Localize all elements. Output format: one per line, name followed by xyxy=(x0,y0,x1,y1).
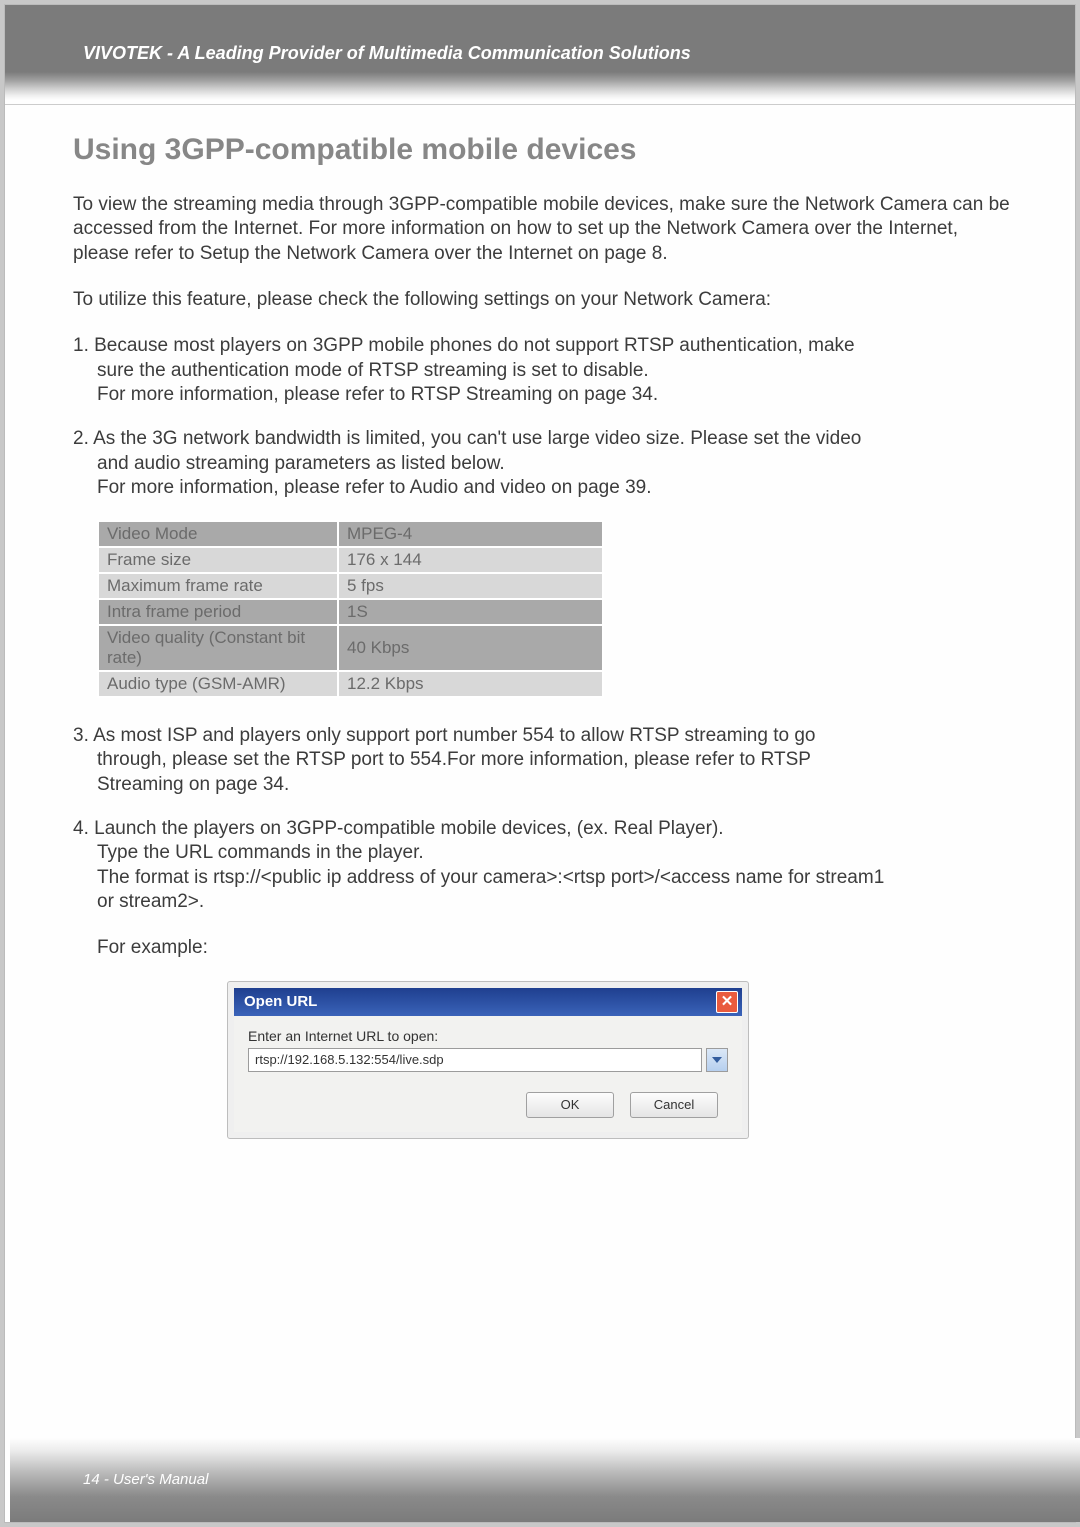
setting-value: 12.2 Kbps xyxy=(338,671,603,697)
cancel-button[interactable]: Cancel xyxy=(630,1092,718,1118)
list-item-1-line1: 1. Because most players on 3GPP mobile p… xyxy=(73,334,1017,358)
table-row: Video quality (Constant bit rate) 40 Kbp… xyxy=(98,625,603,671)
setting-value: MPEG-4 xyxy=(338,521,603,547)
setting-value: 5 fps xyxy=(338,573,603,599)
list-item-2: 2. As the 3G network bandwidth is limite… xyxy=(73,427,1017,500)
ok-button[interactable]: OK xyxy=(526,1092,614,1118)
table-row: Frame size 176 x 144 xyxy=(98,547,603,573)
list-item-2-line3: For more information, please refer to Au… xyxy=(73,476,1017,500)
setting-label: Audio type (GSM-AMR) xyxy=(98,671,338,697)
dialog-body: Enter an Internet URL to open: xyxy=(234,1016,742,1080)
list-item-4-line4: or stream2>. xyxy=(73,890,1017,914)
chevron-down-icon xyxy=(712,1057,722,1063)
list-item-3-line1: 3. As most ISP and players only support … xyxy=(73,724,1017,748)
setting-value: 40 Kbps xyxy=(338,625,603,671)
page-footer: 14 - User's Manual xyxy=(83,1471,208,1488)
header-gradient xyxy=(5,72,1075,100)
list-item-1-line2: sure the authentication mode of RTSP str… xyxy=(73,359,1017,383)
close-button[interactable]: ✕ xyxy=(716,991,738,1013)
page-header: VIVOTEK - A Leading Provider of Multimed… xyxy=(5,5,1075,72)
section-title: Using 3GPP-compatible mobile devices xyxy=(73,133,1017,167)
url-field-label: Enter an Internet URL to open: xyxy=(248,1028,728,1044)
dialog-title: Open URL xyxy=(244,993,317,1010)
dialog-button-row: OK Cancel xyxy=(234,1080,742,1132)
feature-intro: To utilize this feature, please check th… xyxy=(73,288,1017,312)
setting-value: 176 x 144 xyxy=(338,547,603,573)
list-item-4-line2: Type the URL commands in the player. xyxy=(73,841,1017,865)
header-brand: VIVOTEK - A Leading Provider of Multimed… xyxy=(5,5,1075,72)
setting-label: Frame size xyxy=(98,547,338,573)
open-url-dialog: Open URL ✕ Enter an Internet URL to open… xyxy=(227,981,749,1139)
list-item-4-line3: The format is rtsp://<public ip address … xyxy=(73,866,1017,890)
url-input[interactable] xyxy=(248,1048,702,1072)
list-item-3: 3. As most ISP and players only support … xyxy=(73,724,1017,797)
setting-label: Video quality (Constant bit rate) xyxy=(98,625,338,671)
list-item-4-line1: 4. Launch the players on 3GPP-compatible… xyxy=(73,817,1017,841)
setting-value: 1S xyxy=(338,599,603,625)
settings-table: Video Mode MPEG-4 Frame size 176 x 144 M… xyxy=(97,520,604,698)
setting-label: Video Mode xyxy=(98,521,338,547)
page-content: Using 3GPP-compatible mobile devices To … xyxy=(5,105,1075,1139)
table-row: Audio type (GSM-AMR) 12.2 Kbps xyxy=(98,671,603,697)
setting-label: Intra frame period xyxy=(98,599,338,625)
list-item-3-line2: through, please set the RTSP port to 554… xyxy=(73,748,1017,772)
table-row: Video Mode MPEG-4 xyxy=(98,521,603,547)
list-item-4: 4. Launch the players on 3GPP-compatible… xyxy=(73,817,1017,961)
document-page: VIVOTEK - A Leading Provider of Multimed… xyxy=(5,5,1075,1522)
example-label: For example: xyxy=(73,936,1017,960)
setting-label: Maximum frame rate xyxy=(98,573,338,599)
table-row: Intra frame period 1S xyxy=(98,599,603,625)
dialog-titlebar[interactable]: Open URL ✕ xyxy=(234,988,742,1016)
list-item-2-line1: 2. As the 3G network bandwidth is limite… xyxy=(73,427,1017,451)
table-row: Maximum frame rate 5 fps xyxy=(98,573,603,599)
url-dropdown-button[interactable] xyxy=(706,1048,728,1072)
close-icon: ✕ xyxy=(721,993,734,1010)
list-item-2-line2: and audio streaming parameters as listed… xyxy=(73,452,1017,476)
list-item-1: 1. Because most players on 3GPP mobile p… xyxy=(73,334,1017,407)
list-item-3-line3: Streaming on page 34. xyxy=(73,773,1017,797)
list-item-1-line3: For more information, please refer to RT… xyxy=(73,383,1017,407)
intro-paragraph: To view the streaming media through 3GPP… xyxy=(73,193,1017,266)
